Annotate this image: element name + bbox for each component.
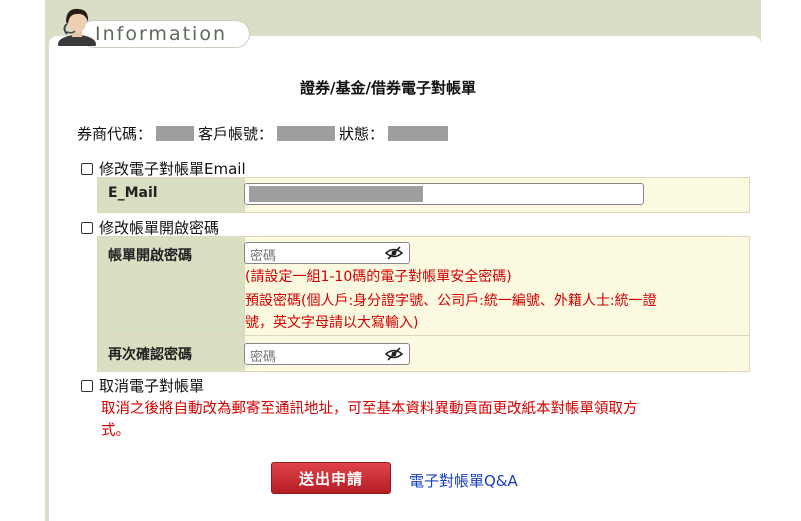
- eye-slash-icon[interactable]: [385, 246, 403, 260]
- password-hint-line-2: 預設密碼(個人戶:身分證字號、公司戶:統一編號、外籍人士:統一證: [245, 293, 657, 309]
- password-hint-line-3: 號，英文字母請以大寫輸入): [245, 315, 419, 331]
- modify-email-option[interactable]: 修改電子對帳單Email: [81, 158, 246, 179]
- page-title: 證券/基金/借券電子對帳單: [300, 79, 476, 97]
- modify-email-label: 修改電子對帳單Email: [99, 160, 246, 178]
- broker-code-redacted-value: [156, 126, 195, 141]
- account-no-label: 客戶帳號：: [198, 125, 274, 143]
- status-redacted-value: [388, 126, 449, 141]
- submit-button[interactable]: 送出申請: [271, 462, 391, 494]
- modify-password-checkbox[interactable]: [81, 221, 93, 234]
- broker-code-label: 券商代碼：: [77, 125, 153, 143]
- account-no-redacted-value: [277, 126, 336, 141]
- modify-password-option[interactable]: 修改帳單開啟密碼: [81, 217, 219, 238]
- statement-qa-link[interactable]: 電子對帳單Q&A: [409, 470, 518, 491]
- password-placeholder: 密碼: [250, 249, 277, 264]
- eye-slash-icon[interactable]: [385, 347, 403, 361]
- status-label: 狀態：: [339, 125, 385, 143]
- confirm-password-label: 再次確認密碼: [97, 335, 245, 372]
- cancel-statement-checkbox[interactable]: [81, 379, 93, 392]
- cancel-note-line-1: 取消之後將自動改為郵寄至通訊地址，可至基本資料異動頁面更改紙本對帳單領取方: [101, 401, 638, 417]
- cancel-note-line-2: 式。: [101, 423, 130, 439]
- account-info-row: 券商代碼： 客戶帳號： 狀態：: [77, 123, 452, 144]
- modify-password-label: 修改帳單開啟密碼: [99, 219, 220, 237]
- modify-email-checkbox[interactable]: [81, 162, 93, 175]
- password-field-label: 帳單開啟密碼: [97, 236, 245, 336]
- header-title: Information: [95, 23, 227, 45]
- password-hint-line-1: (請設定一組1-10碼的電子對帳單安全密碼): [245, 269, 512, 285]
- confirm-password-placeholder: 密碼: [250, 350, 277, 365]
- cancel-statement-option[interactable]: 取消電子對帳單: [81, 375, 204, 396]
- email-field-label: E_Mail: [97, 177, 245, 213]
- email-redacted-value: [249, 186, 423, 202]
- cancel-statement-label: 取消電子對帳單: [99, 377, 205, 395]
